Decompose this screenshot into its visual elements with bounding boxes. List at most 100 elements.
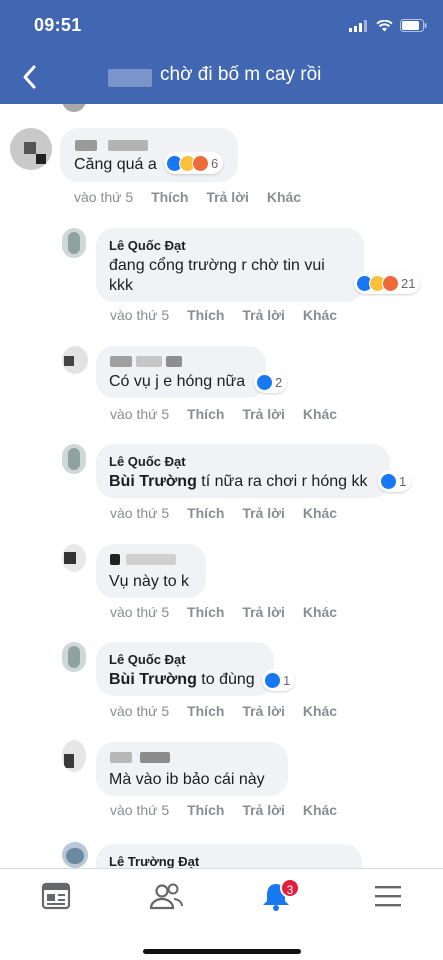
commenter-name[interactable]: Lê Quốc Đạt (109, 454, 186, 469)
more-button[interactable]: Khác (303, 505, 337, 521)
reaction-count: 21 (401, 275, 416, 291)
comment-actions: vào thứ 5 Thích Trả lời Khác (110, 604, 351, 620)
comment-text: Có vụ j e hóng nữa (109, 373, 246, 390)
signal-icon (349, 19, 367, 32)
reply-button[interactable]: Trả lời (242, 406, 285, 422)
redacted-name (110, 554, 120, 565)
comment-time: vào thứ 5 (110, 505, 170, 521)
feed-icon[interactable] (38, 881, 74, 911)
friends-icon[interactable] (148, 881, 184, 911)
redacted-name (136, 356, 162, 367)
mentioned-user[interactable]: Bùi Trường (109, 671, 197, 688)
redacted-name (108, 140, 148, 151)
comment-time: vào thứ 5 (110, 802, 170, 818)
title-row: chờ đi bố m cay rồi (0, 56, 443, 100)
comment-bubble[interactable]: Lê Quốc Đạt Bùi Trường to đùng (96, 642, 274, 696)
comment-actions: vào thứ 5 Thích Trả lời Khác (110, 406, 351, 422)
avatar[interactable] (62, 544, 86, 572)
home-indicator (143, 949, 301, 954)
comment-bubble[interactable]: Có vụ j e hóng nữa (96, 346, 266, 398)
avatar[interactable] (62, 642, 86, 672)
redacted-name (126, 554, 176, 565)
comment-text: đang cổng trường r chờ tin vui (109, 257, 325, 274)
reaction-summary[interactable]: 6 (164, 152, 224, 174)
reaction-summary[interactable]: 2 (254, 371, 288, 393)
comment-body: to đùng (196, 671, 255, 688)
avatar[interactable] (62, 444, 86, 474)
redacted-name (166, 356, 182, 367)
angry-icon (192, 154, 209, 172)
angry-icon (382, 274, 399, 292)
comment-text-continued: kkk (109, 277, 133, 294)
notification-badge: 3 (280, 878, 300, 898)
comment-actions: vào thứ 5 Thích Trả lời Khác (110, 505, 351, 521)
comment-time: vào thứ 5 (110, 307, 170, 323)
more-button[interactable]: Khác (303, 307, 337, 323)
reaction-count: 1 (283, 672, 291, 688)
back-arrow-icon[interactable] (18, 62, 40, 92)
menu-icon[interactable] (370, 881, 406, 911)
redacted-name (75, 140, 97, 151)
status-time: 09:51 (34, 15, 82, 35)
comment-body: tí nữa ra chơi r hóng kk (196, 473, 368, 490)
like-icon (264, 671, 281, 689)
like-icon (256, 373, 273, 391)
like-button[interactable]: Thích (187, 802, 224, 818)
more-button[interactable]: Khác (267, 189, 301, 205)
page-title: chờ đi bố m cay rồi (160, 64, 322, 85)
redacted-title-prefix (108, 69, 152, 87)
system-icons (349, 19, 427, 32)
avatar[interactable] (62, 346, 88, 374)
avatar[interactable] (62, 228, 86, 258)
like-button[interactable]: Thích (187, 505, 224, 521)
avatar[interactable] (10, 128, 52, 170)
comment-bubble[interactable]: Vụ này to k (96, 544, 206, 598)
reply-button[interactable]: Trả lời (242, 604, 285, 620)
more-button[interactable]: Khác (303, 703, 337, 719)
reaction-summary[interactable]: 1 (378, 470, 412, 492)
comment-bubble[interactable]: Lê Quốc Đạt đang cổng trường r chờ tin v… (96, 228, 364, 302)
comment-bubble[interactable]: Lê Trường Đạt (96, 844, 362, 868)
reaction-summary[interactable]: 1 (262, 669, 296, 691)
like-icon (380, 472, 397, 490)
comment-bubble[interactable]: Mà vào ib bảo cái này (96, 742, 288, 796)
like-button[interactable]: Thích (151, 189, 188, 205)
comment-time: vào thứ 5 (74, 189, 134, 205)
reply-button[interactable]: Trả lời (206, 189, 249, 205)
avatar (62, 104, 86, 112)
mentioned-user[interactable]: Bùi Trường (109, 473, 197, 490)
commenter-name[interactable]: Lê Quốc Đạt (109, 238, 186, 253)
comment-actions: vào thứ 5 Thích Trả lời Khác (110, 802, 351, 818)
like-button[interactable]: Thích (187, 604, 224, 620)
reply-button[interactable]: Trả lời (242, 307, 285, 323)
comment-time: vào thứ 5 (110, 703, 170, 719)
comment-actions: vào thứ 5 Thích Trả lời Khác (110, 703, 351, 719)
redacted-name (110, 356, 132, 367)
comment-bubble[interactable]: Lê Quốc Đạt Bùi Trường tí nữa ra chơi r … (96, 444, 390, 498)
comment-actions: vào thứ 5 Thích Trả lời Khác (110, 307, 351, 323)
comment-actions: vào thứ 5 Thích Trả lời Khác (74, 189, 315, 205)
commenter-name[interactable]: Lê Trường Đạt (109, 854, 199, 868)
redacted-name (140, 752, 170, 763)
comment-time: vào thứ 5 (110, 604, 170, 620)
more-button[interactable]: Khác (303, 406, 337, 422)
status-bar: 09:51 (0, 0, 443, 50)
like-button[interactable]: Thích (187, 406, 224, 422)
app-header: 09:51 chờ đi bố m cay rồi (0, 0, 443, 104)
reply-button[interactable]: Trả lời (242, 505, 285, 521)
comment-text: Căng quá a (74, 156, 157, 173)
reaction-count: 6 (211, 155, 219, 171)
more-button[interactable]: Khác (303, 604, 337, 620)
wifi-icon (376, 19, 393, 31)
comment-text: Bùi Trường to đùng (109, 670, 255, 690)
like-button[interactable]: Thích (187, 703, 224, 719)
avatar[interactable] (62, 842, 88, 868)
avatar[interactable] (62, 740, 86, 772)
reply-button[interactable]: Trả lời (242, 703, 285, 719)
commenter-name[interactable]: Lê Quốc Đạt (109, 652, 186, 667)
reply-button[interactable]: Trả lời (242, 802, 285, 818)
like-button[interactable]: Thích (187, 307, 224, 323)
reaction-summary[interactable]: 21 (354, 272, 421, 294)
comment-thread: Căng quá a 6 vào thứ 5 Thích Trả lời Khá… (0, 104, 443, 868)
more-button[interactable]: Khác (303, 802, 337, 818)
